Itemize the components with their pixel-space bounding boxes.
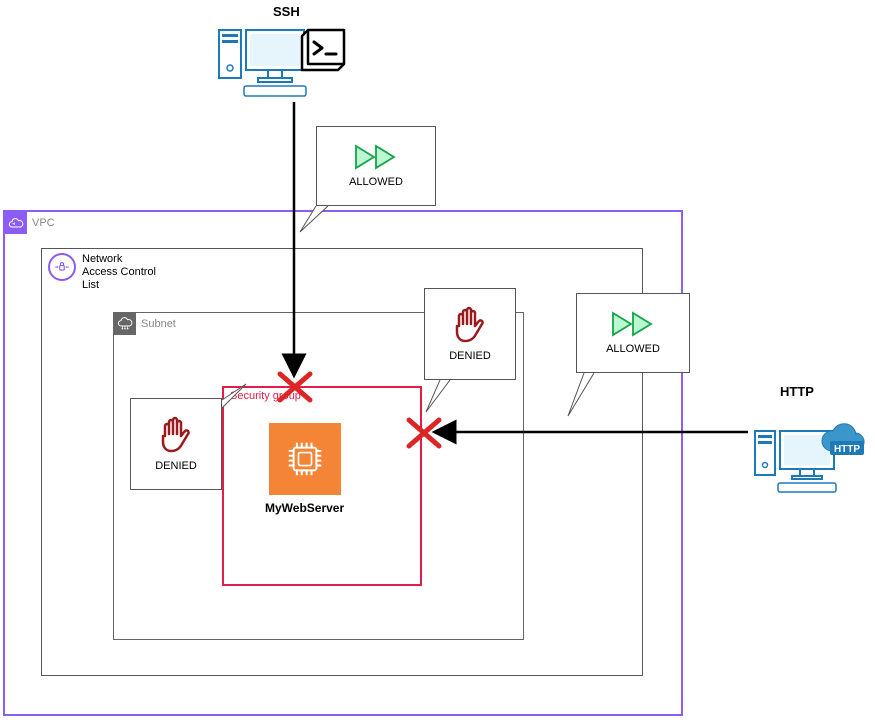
nacl-header: Network Access Control List (42, 249, 642, 297)
http-client-icon: HTTP (752, 403, 872, 503)
fast-forward-icon (354, 144, 398, 170)
callout-tail (420, 376, 460, 416)
ssh-client-icon (214, 20, 354, 100)
ec2-icon (269, 423, 341, 495)
callout-tail (564, 370, 604, 420)
nacl-label: Network Access Control List (82, 253, 156, 293)
subnet-icon (114, 313, 136, 335)
blocked-x-icon (276, 370, 314, 404)
callout-tail (296, 198, 336, 236)
lock-shield-icon (48, 253, 76, 281)
vpc-header: VPC (5, 212, 681, 234)
subnet-label: Subnet (141, 318, 176, 330)
denied-callout-right: DENIED (424, 288, 516, 380)
vpc-label: VPC (32, 217, 55, 229)
blocked-x-icon (405, 416, 443, 450)
hand-stop-icon (453, 306, 487, 344)
ec2-instance: MyWebServer (265, 423, 344, 515)
allowed-label: ALLOWED (349, 176, 403, 188)
svg-text:HTTP: HTTP (834, 444, 860, 455)
server-label: MyWebServer (265, 501, 344, 515)
ssh-label: SSH (273, 4, 300, 19)
denied-label: DENIED (449, 350, 491, 362)
allowed-callout-ssh: ALLOWED (316, 126, 436, 206)
callout-tail (212, 380, 252, 410)
fast-forward-icon (611, 311, 655, 337)
denied-label: DENIED (155, 460, 197, 472)
allowed-callout-http: ALLOWED (576, 293, 690, 373)
http-label: HTTP (780, 384, 814, 399)
security-group-label: Security group (224, 388, 420, 404)
hand-stop-icon (159, 416, 193, 454)
denied-callout-left: DENIED (130, 398, 222, 490)
cloud-icon (5, 212, 27, 234)
allowed-label: ALLOWED (606, 343, 660, 355)
